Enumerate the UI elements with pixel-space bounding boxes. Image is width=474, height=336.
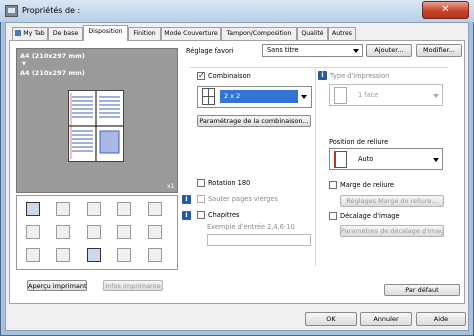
restore-defaults-button[interactable]: Par défaut <box>384 284 460 296</box>
chapters-checkbox[interactable] <box>197 211 205 219</box>
image-shift-label: Décalage d'image <box>340 212 400 220</box>
rotation-180-checkbox[interactable] <box>197 179 205 187</box>
chapters-input[interactable] <box>207 234 311 246</box>
combination-settings-button[interactable]: Paramétrage de la combinaison... <box>197 115 311 127</box>
binding-position-dropdown[interactable]: Auto <box>329 148 443 170</box>
quality-view-icon[interactable] <box>26 248 40 262</box>
info-icon: i <box>318 71 327 80</box>
cover-view-icon[interactable] <box>26 225 40 239</box>
fold-view-icon[interactable] <box>117 202 131 216</box>
layout-view-icon[interactable] <box>26 202 40 216</box>
tab-tampon-composition[interactable]: Tampon/Composition <box>221 27 297 40</box>
stamp-view-icon[interactable] <box>148 225 162 239</box>
tab-qualite[interactable]: Qualité <box>297 27 328 40</box>
chapters-label: Chapitres <box>208 211 240 219</box>
chevron-down-icon <box>301 95 307 99</box>
combination-selected-value: 2 x 2 <box>220 90 298 103</box>
preview-paper <box>68 90 124 162</box>
preview-arrow-icon: ▼ <box>22 61 26 67</box>
print-type-dropdown[interactable]: 1 face <box>329 84 443 106</box>
tab-disposition[interactable]: Disposition <box>83 25 128 41</box>
printer-info-button[interactable]: Infos imprimante <box>103 280 163 291</box>
ok-button[interactable]: OK <box>305 312 357 326</box>
staple-view-icon[interactable] <box>56 202 70 216</box>
binding-left-icon <box>334 151 347 168</box>
cancel-button[interactable]: Annuler <box>360 312 412 326</box>
binding-position-label: Position de reliure <box>329 138 389 146</box>
add-favorite-button[interactable]: Ajouter... <box>366 44 412 57</box>
window-title: Propriétés de : <box>22 6 81 15</box>
chevron-down-icon <box>433 158 439 162</box>
tab-autres[interactable]: Autres <box>328 27 356 40</box>
printer-preview-button[interactable]: Aperçu imprimante <box>27 280 87 291</box>
help-button[interactable]: Aide <box>416 312 466 326</box>
one-sided-icon <box>334 87 347 104</box>
preview-original-size: A4 (210x297 mm) <box>20 52 85 60</box>
binding-margin-label: Marge de reliure <box>340 181 395 189</box>
section-divider <box>190 67 448 68</box>
tab-mode-couverture[interactable]: Mode Couverture <box>161 27 221 40</box>
info-icon: i <box>182 211 191 220</box>
insert-view-icon[interactable] <box>56 225 70 239</box>
chapters-example-label: Exemple d'entrée 2,4,6-10 <box>207 223 295 231</box>
paper-tray-view-icon[interactable] <box>148 248 162 262</box>
binding-margin-checkbox[interactable] <box>329 181 337 189</box>
account-view-icon[interactable] <box>117 248 131 262</box>
column-divider <box>315 68 316 266</box>
skip-blank-pages-label: Sauter pages vierges <box>208 195 278 203</box>
binding-margin-settings-button[interactable]: Réglages Marge de reliure... <box>340 195 444 207</box>
printer-app-icon <box>5 5 18 17</box>
punch-view-icon[interactable] <box>87 202 101 216</box>
tab-my-tab[interactable]: My Tab <box>12 27 48 40</box>
favorite-setting-dropdown[interactable]: Sans titre <box>262 44 363 57</box>
user-auth-view-icon[interactable] <box>87 248 101 262</box>
preview-2x2-layout-graphic <box>69 91 123 161</box>
modify-favorite-button[interactable]: Modifier... <box>416 44 462 57</box>
tab-finition[interactable]: Finition <box>128 27 161 40</box>
preview-copies-count: x1 <box>167 183 175 190</box>
watermark-view-icon[interactable] <box>117 225 131 239</box>
tab-de-base[interactable]: De base <box>48 27 83 40</box>
image-shift-checkbox[interactable] <box>329 212 337 220</box>
preview-output-size: A4 (210x297 mm) <box>20 69 85 77</box>
output-view-icon[interactable] <box>148 202 162 216</box>
text-stamp-view-icon[interactable] <box>87 225 101 239</box>
skip-blank-pages-checkbox[interactable] <box>197 195 205 203</box>
image-shift-settings-button[interactable]: Paramètres de décalage d'image... <box>340 225 444 237</box>
print-type-label: Type d'impression <box>330 72 390 80</box>
combination-2x2-icon <box>202 88 215 105</box>
close-button[interactable]: ✕ <box>422 1 469 19</box>
combination-checkbox[interactable] <box>197 71 205 80</box>
my-tab-icon <box>15 30 22 36</box>
combination-label: Combinaison <box>208 72 251 80</box>
info-icon: i <box>182 195 191 204</box>
chevron-down-icon <box>433 94 439 98</box>
favorite-setting-label: Réglage favori <box>186 47 234 55</box>
chevron-down-icon <box>353 49 359 53</box>
rotation-180-label: Rotation 180 <box>208 179 251 187</box>
toner-view-icon[interactable] <box>56 248 70 262</box>
